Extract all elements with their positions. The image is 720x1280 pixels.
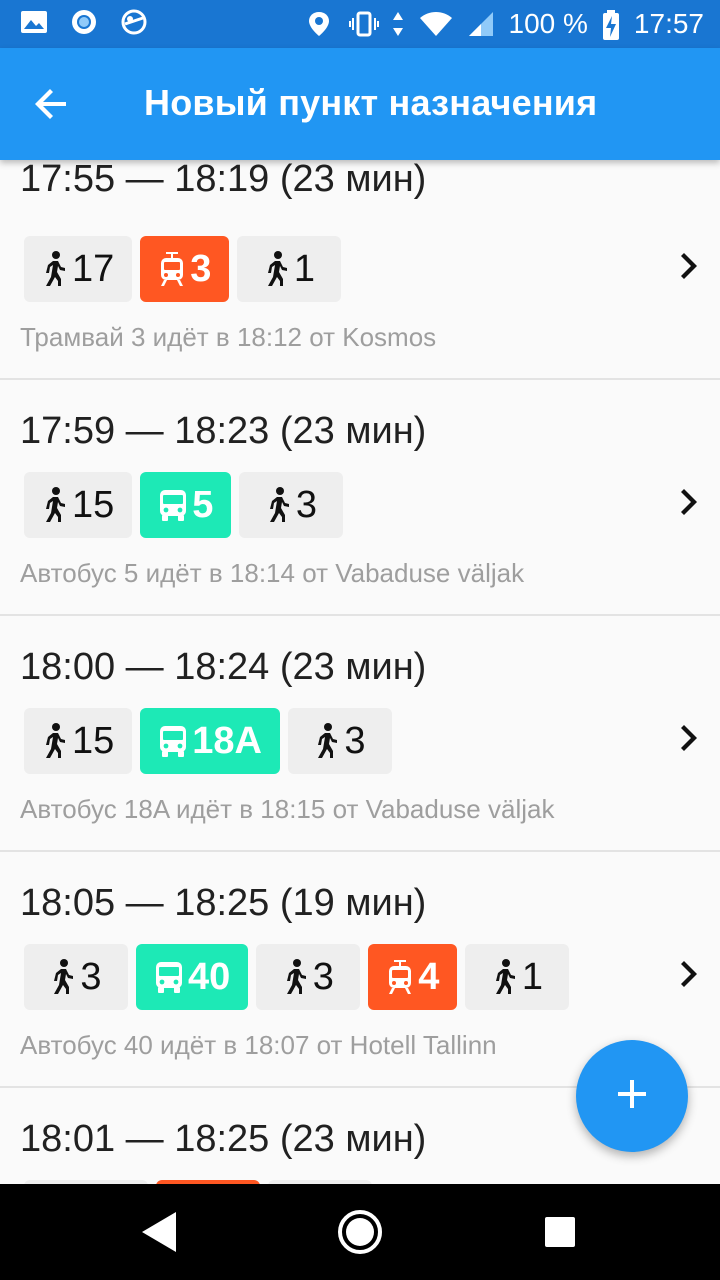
walk-minutes: 3 [312,955,334,998]
route-row[interactable]: 17:59 — 18:23 (23 мин) 15 5 3 Автобус 5 … [0,380,720,616]
chevron-right-icon [668,246,708,286]
route-legs: 3 40 3 4 1 [24,944,570,1010]
walk-leg: 1 [465,944,570,1010]
arrow-back-icon[interactable] [22,74,82,134]
signal-icon [467,10,495,38]
page-title: Новый пункт назначения [144,82,598,123]
tram-leg: 3 [140,236,230,302]
bus-number: 5 [192,483,214,526]
route-list: 17:55 — 18:19 (23 мин) 17 3 1 Трамвай 3 … [0,160,720,1184]
route-legs: 15 18A 3 [24,708,392,774]
vpn-icon [120,8,148,36]
route-info: Автобус 40 идёт в 18:07 от Hotell Tallin… [20,1030,497,1060]
tram-icon [158,251,186,287]
clock: 17:57 [633,8,704,39]
bus-leg: 18A [140,708,280,774]
walk-icon [50,959,76,995]
route-time: 17:59 — 18:23 (23 мин) [20,410,427,452]
walk-icon [492,959,518,995]
walk-icon [42,487,68,523]
route-row[interactable]: 18:00 — 18:24 (23 мин) 15 18A 3 Автобус … [0,616,720,852]
walk-minutes: 17 [72,247,115,290]
walk-leg: 1 [237,236,342,302]
route-time: 18:00 — 18:24 (23 мин) [20,646,427,688]
route-time: 18:01 — 18:25 (23 мин) [20,1118,427,1160]
walk-leg: 3 [288,708,392,774]
app-bar: Новый пункт назначения [0,48,720,160]
walk-icon [42,723,68,759]
back-triangle-icon[interactable] [136,1208,184,1256]
battery-text: 100 % [508,8,588,39]
chevron-right-icon [668,954,708,994]
walk-icon [283,959,309,995]
route-row[interactable]: 17:55 — 18:19 (23 мин) 17 3 1 Трамвай 3 … [0,160,720,380]
route-info: Трамвай 3 идёт в 18:12 от Kosmos [20,322,437,352]
walk-icon [264,251,290,287]
image-icon [20,8,48,36]
walk-leg: 15 [24,472,133,538]
walk-leg: 3 [256,944,361,1010]
bus-number: 18A [192,719,262,762]
bus-leg: 5 [140,472,232,538]
wifi-icon [419,10,453,38]
walk-icon [42,251,68,287]
walk-leg: 15 [24,708,133,774]
vibrate-icon [348,10,379,38]
tram-number: 4 [418,955,440,998]
route-legs: 17 3 1 [24,236,342,302]
record-icon [70,8,98,36]
data-transfer-icon [391,10,405,38]
route-time: 17:55 — 18:19 (23 мин) [20,160,427,200]
chevron-right-icon [668,482,708,522]
tram-number: 3 [190,247,212,290]
status-bar: 100 % 17:57 [0,0,720,48]
home-circle-icon[interactable] [336,1208,384,1256]
walk-minutes: 15 [72,719,115,762]
bus-number: 40 [188,955,231,998]
add-button[interactable] [576,1040,688,1152]
route-info: Автобус 5 идёт в 18:14 от Vabaduse välja… [20,558,525,588]
chevron-right-icon [668,718,708,758]
walk-minutes: 3 [295,483,317,526]
route-time: 18:05 — 18:25 (19 мин) [20,882,427,924]
walk-minutes: 3 [344,719,366,762]
route-legs: 15 5 3 [24,472,344,538]
walk-leg: 3 [239,472,344,538]
bus-icon [154,960,184,994]
walk-leg: 3 [24,944,128,1010]
tram-leg: 4 [368,944,458,1010]
bus-icon [158,488,188,522]
walk-icon [266,487,292,523]
recents-square-icon[interactable] [536,1208,584,1256]
walk-minutes: 3 [80,955,102,998]
walk-minutes: 15 [72,483,115,526]
walk-minutes: 1 [521,955,543,998]
route-info: Автобус 18A идёт в 18:15 от Vabaduse väl… [20,794,555,824]
plus-icon [616,1078,648,1115]
walk-minutes: 1 [293,247,315,290]
bus-icon [158,724,188,758]
battery-charging-icon [602,10,620,40]
bus-leg: 40 [136,944,249,1010]
walk-leg: 17 [24,236,133,302]
navigation-bar [0,1184,720,1280]
location-icon [307,10,335,38]
walk-icon [314,723,340,759]
tram-icon [386,959,414,995]
